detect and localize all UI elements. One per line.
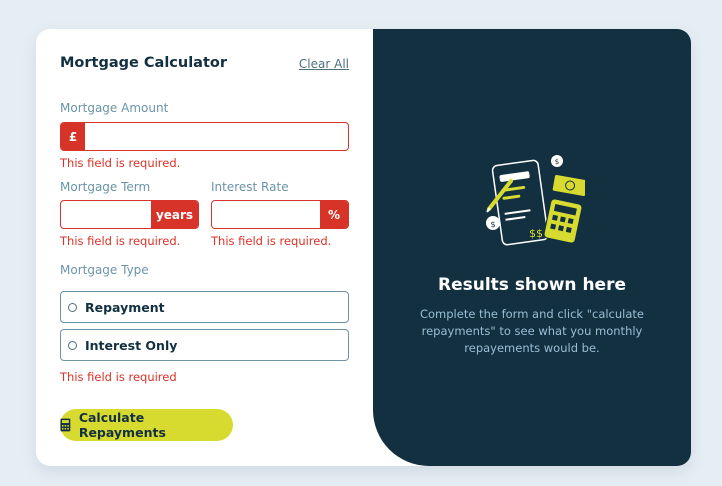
interest-rate-error: This field is required. (211, 234, 332, 248)
term-suffix: years (151, 201, 198, 228)
mortgage-term-error: This field is required. (60, 234, 181, 248)
svg-text:$: $ (490, 220, 495, 229)
calculator-form: Mortgage Calculator Clear All Mortgage A… (36, 29, 373, 466)
interest-rate-input[interactable] (212, 201, 320, 228)
empty-results-illustration: $ $ $$$ (486, 155, 585, 246)
percent-suffix: % (320, 201, 348, 228)
radio-option-interest-only[interactable]: Interest Only (60, 329, 349, 361)
results-panel: $ $ $$$ Results shown here Complete the … (373, 29, 691, 466)
radio-icon[interactable] (68, 302, 77, 312)
results-description: Complete the form and click "calculate r… (419, 307, 644, 355)
mortgage-amount-field: £ (60, 122, 349, 151)
calculate-repayments-button[interactable]: Calculate Repayments (60, 409, 233, 441)
interest-rate-label: Interest Rate (211, 180, 289, 194)
calculator-icon (60, 418, 71, 432)
radio-option-label: Repayment (85, 299, 165, 315)
radio-option-repayment[interactable]: Repayment (60, 291, 349, 323)
mortgage-term-label: Mortgage Term (60, 180, 151, 194)
mortgage-term-input[interactable] (61, 201, 151, 228)
mortgage-type-label: Mortgage Type (60, 263, 149, 277)
mortgage-term-field: years (60, 200, 199, 229)
clear-all-link[interactable]: Clear All (299, 57, 349, 71)
mortgage-amount-label: Mortgage Amount (60, 101, 169, 115)
svg-text:$: $ (555, 158, 559, 166)
calculate-repayments-label: Calculate Repayments (78, 410, 166, 440)
mortgage-amount-input[interactable] (85, 123, 348, 150)
interest-rate-field: % (211, 200, 349, 229)
radio-icon[interactable] (68, 340, 77, 350)
mortgage-amount-error: This field is required. (60, 156, 181, 170)
results-title: Results shown here (437, 275, 626, 295)
radio-option-label: Interest Only (85, 337, 178, 353)
mortgage-type-error: This field is required (60, 370, 177, 384)
currency-prefix: £ (61, 123, 85, 150)
mortgage-calculator-card: Mortgage Calculator Clear All Mortgage A… (36, 29, 691, 466)
form-title: Mortgage Calculator (60, 55, 228, 71)
